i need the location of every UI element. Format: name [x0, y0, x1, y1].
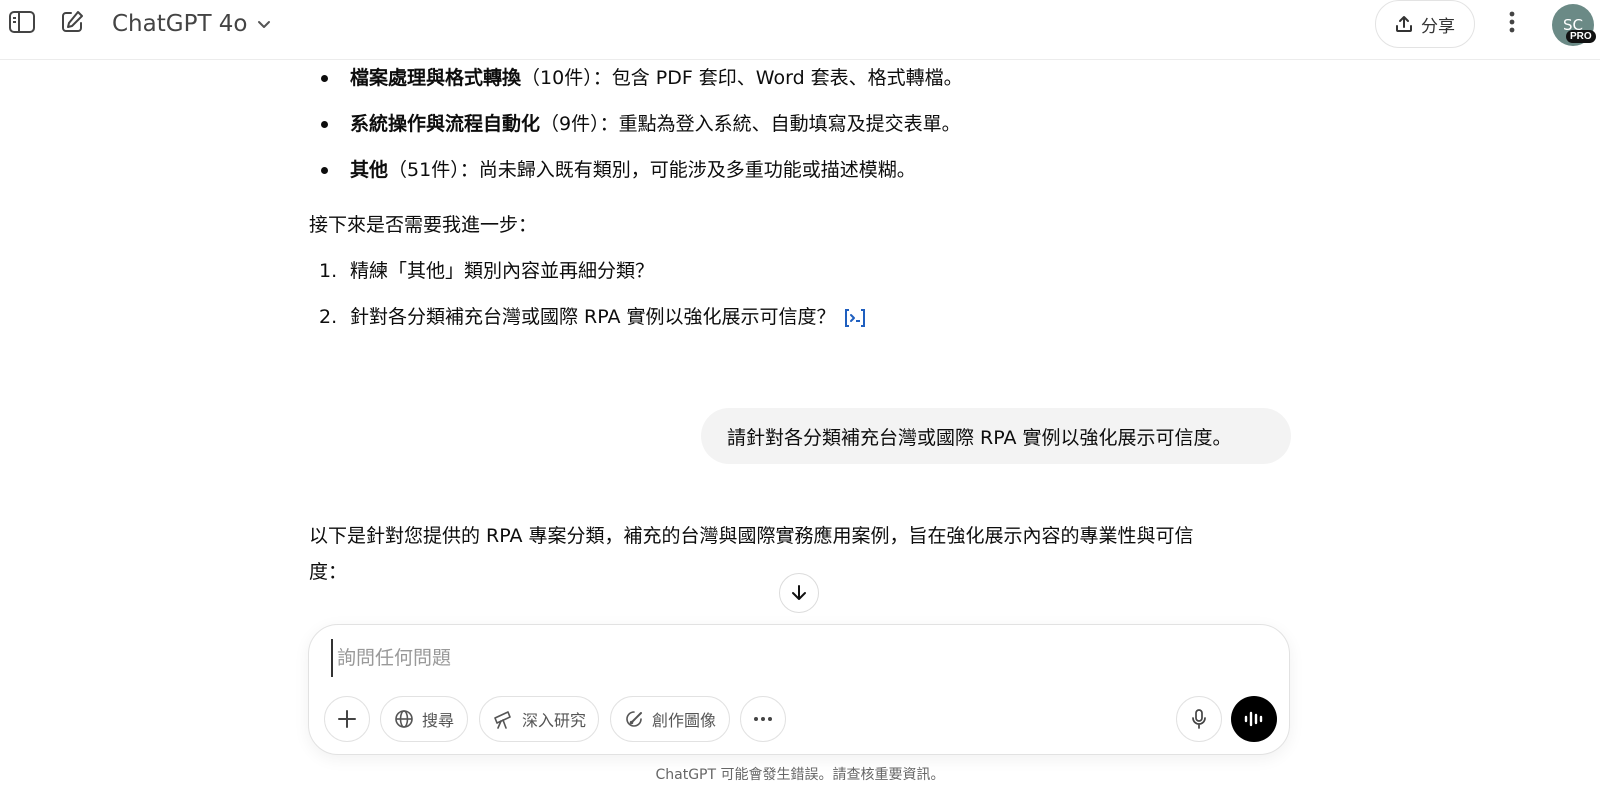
option-text: 精練「其他」類別內容並再細分類？ — [350, 260, 655, 282]
list-item: 系統操作與流程自動化（9件）：重點為登入系統、自動填寫及提交表單。 — [350, 113, 961, 135]
paintbrush-icon — [626, 711, 642, 727]
model-name-label: ChatGPT 4o — [112, 11, 248, 37]
microphone-button[interactable] — [1176, 696, 1222, 742]
disclaimer-text: ChatGPT 可能會發生錯誤。請查核重要資訊。 — [655, 767, 945, 783]
option-text-with-citation: 針對各分類補充台灣或國際 RPA 實例以強化展示可信度？ — [350, 299, 868, 335]
prompt-input[interactable] — [331, 639, 1239, 677]
sidebar-toggle-icon[interactable] — [4, 4, 40, 40]
microphone-icon — [1192, 709, 1206, 729]
composer: 搜尋 深入研究 創作圖像 — [308, 624, 1290, 755]
user-message-text: 請針對各分類補充台灣或國際 RPA 實例以強化展示可信度。 — [727, 426, 1232, 449]
plus-icon — [338, 710, 356, 728]
voice-mode-button[interactable] — [1231, 696, 1277, 742]
share-label: 分享 — [1421, 16, 1455, 37]
pro-badge: PRO — [1566, 30, 1596, 43]
bullet-dot — [321, 121, 328, 128]
option-number: 2. — [319, 306, 338, 328]
top-bar: ChatGPT 4o 分享 SC PRO — [0, 0, 1600, 60]
list-item: 其他（51件）：尚未歸入既有類別，可能涉及多重功能或描述模糊。 — [350, 159, 916, 181]
model-selector[interactable]: ChatGPT 4o — [112, 8, 272, 40]
list-item: 檔案處理與格式轉換（10件）：包含 PDF 套印、Word 套表、格式轉檔。 — [350, 67, 963, 89]
option-text: 針對各分類補充台灣或國際 RPA 實例以強化展示可信度？ — [350, 306, 836, 328]
bullet-dot — [321, 167, 328, 174]
bullet-dot — [321, 75, 328, 82]
scroll-down-button[interactable] — [779, 573, 819, 613]
chevron-down-icon — [257, 21, 270, 28]
assistant-reply-text: 度： — [309, 561, 348, 583]
followup-intro: 接下來是否需要我進一步： — [309, 214, 538, 236]
user-message-bubble: 請針對各分類補充台灣或國際 RPA 實例以強化展示可信度。 — [701, 408, 1291, 464]
option-number: 1. — [319, 260, 338, 282]
more-options-icon[interactable] — [1494, 4, 1530, 40]
deep-research-label: 深入研究 — [521, 711, 586, 730]
ellipsis-icon — [754, 717, 772, 721]
deep-research-button[interactable]: 深入研究 — [479, 696, 599, 742]
globe-icon — [395, 710, 413, 728]
assistant-reply-text: 以下是針對您提供的 RPA 專案分類，補充的台灣與國際實務應用案例，旨在強化展示… — [309, 525, 1194, 547]
voice-waveform-icon — [1244, 711, 1263, 727]
search-button[interactable]: 搜尋 — [380, 696, 468, 742]
more-tools-button[interactable] — [740, 696, 786, 742]
create-image-button[interactable]: 創作圖像 — [610, 696, 730, 742]
search-label: 搜尋 — [421, 711, 454, 730]
create-image-label: 創作圖像 — [651, 711, 716, 730]
arrow-down-icon — [792, 585, 806, 600]
code-citation-icon[interactable] — [842, 307, 868, 329]
new-chat-icon[interactable] — [54, 4, 90, 40]
telescope-icon — [494, 711, 511, 729]
share-button[interactable]: 分享 — [1375, 0, 1475, 48]
add-attachment-button[interactable] — [324, 696, 370, 742]
upload-icon — [1396, 16, 1412, 32]
